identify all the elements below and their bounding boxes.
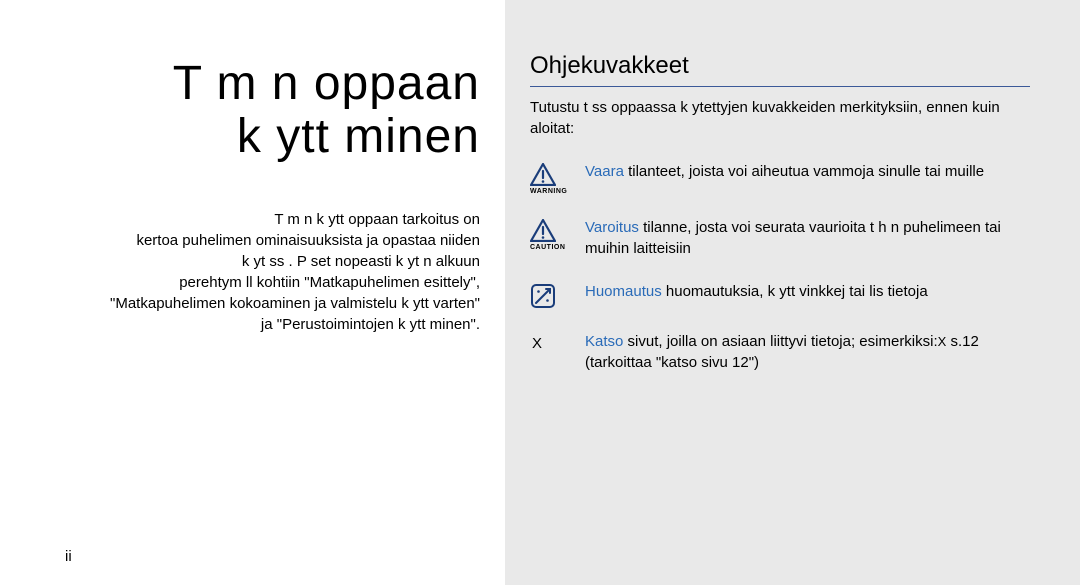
keyword: Katso — [585, 333, 623, 350]
desc-text: huomautuksia, k ytt vinkkej tai lis tiet… — [662, 283, 928, 300]
title-line-1: T m n oppaan — [173, 57, 480, 110]
icon-cell: WARNING — [530, 163, 585, 195]
icon-row-note: Huomautus huomautuksia, k ytt vinkkej ta… — [530, 281, 1030, 309]
icon-row-caution: CAUTION Varoitus tilanne, josta voi seur… — [530, 217, 1030, 259]
keyword: Huomautus — [585, 283, 662, 300]
intro-paragraph: T m n k ytt oppaan tarkoitus onkertoa pu… — [65, 209, 480, 335]
icon-label: WARNING — [530, 188, 567, 195]
reference-x-icon: X — [532, 335, 542, 352]
page-title: T m n oppaan k ytt minen — [65, 58, 480, 164]
desc-text-pre: sivut, joilla on asiaan liittyvi tietoja… — [623, 333, 937, 350]
desc-text: tilanteet, joista voi aiheutua vammoja s… — [624, 163, 984, 180]
icon-label: CAUTION — [530, 244, 565, 251]
keyword: Vaara — [585, 163, 624, 180]
caution-triangle-icon — [530, 219, 556, 242]
icon-cell: CAUTION — [530, 219, 585, 251]
icon-text: Varoitus tilanne, josta voi seurata vaur… — [585, 217, 1030, 259]
section-intro: Tutustu t ss oppaassa k ytettyjen kuvakk… — [530, 97, 1030, 139]
keyword: Varoitus — [585, 219, 639, 236]
warning-triangle-icon — [530, 163, 556, 186]
title-line-2: k ytt minen — [237, 110, 480, 163]
icon-row-warning: WARNING Vaara tilanteet, joista voi aihe… — [530, 161, 1030, 195]
icon-text: Katso sivut, joilla on asiaan liittyvi t… — [585, 331, 1030, 373]
icon-text: Huomautus huomautuksia, k ytt vinkkej ta… — [585, 281, 1030, 302]
icon-text: Vaara tilanteet, joista voi aiheutua vam… — [585, 161, 1030, 182]
icon-cell: X — [530, 333, 585, 352]
icon-row-reference: X Katso sivut, joilla on asiaan liittyvi… — [530, 331, 1030, 373]
note-icon — [530, 283, 556, 309]
icon-cell — [530, 283, 585, 309]
page-number: ii — [65, 548, 72, 565]
right-page: Ohjekuvakkeet Tutustu t ss oppaassa k yt… — [505, 0, 1080, 585]
left-page: T m n oppaan k ytt minen T m n k ytt opp… — [0, 0, 505, 585]
section-title: Ohjekuvakkeet — [530, 52, 1030, 87]
desc-text: tilanne, josta voi seurata vaurioita t h… — [585, 219, 1001, 257]
